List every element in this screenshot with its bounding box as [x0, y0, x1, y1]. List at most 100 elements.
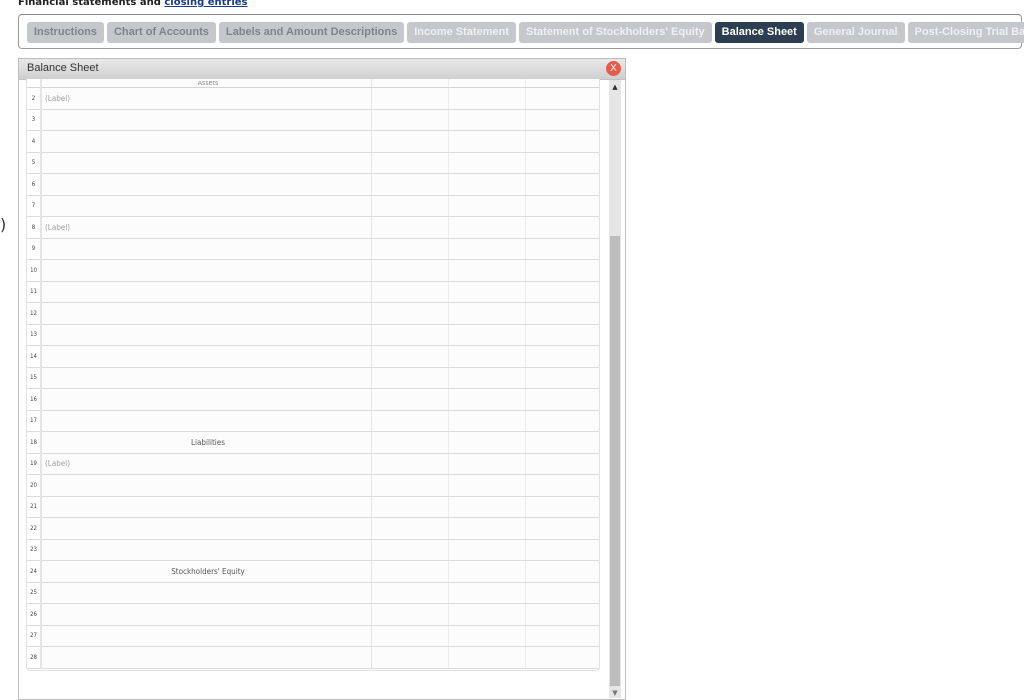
tab-balance-sheet[interactable]: Balance Sheet: [714, 22, 804, 43]
label-cell[interactable]: [41, 302, 372, 325]
label-cell[interactable]: [41, 152, 372, 174]
amount-cell[interactable]: [371, 388, 449, 411]
amount-cell[interactable]: [525, 281, 599, 303]
label-cell[interactable]: [41, 130, 372, 153]
scroll-down-icon[interactable]: ▼: [609, 689, 621, 698]
scroll-up-icon[interactable]: ▲: [609, 83, 621, 91]
amount-cell[interactable]: [525, 603, 599, 626]
amount-cell[interactable]: [525, 87, 599, 110]
amount-cell[interactable]: [525, 582, 599, 604]
amount-cell[interactable]: [371, 109, 449, 131]
amount-cell[interactable]: [371, 646, 449, 669]
amount-cell[interactable]: [448, 603, 526, 626]
label-cell[interactable]: [41, 259, 372, 282]
label-cell[interactable]: [41, 625, 372, 647]
panel-header[interactable]: Balance Sheet X: [19, 59, 625, 80]
amount-cell[interactable]: [371, 195, 449, 217]
tab-instructions[interactable]: Instructions: [27, 22, 104, 43]
amount-cell[interactable]: [371, 474, 449, 497]
amount-cell[interactable]: [371, 259, 449, 282]
amount-cell[interactable]: [448, 560, 526, 583]
label-cell[interactable]: [41, 345, 372, 368]
amount-cell[interactable]: [448, 130, 526, 153]
label-cell[interactable]: [41, 517, 372, 540]
label-cell[interactable]: [41, 324, 372, 346]
amount-cell[interactable]: [448, 216, 526, 239]
amount-cell[interactable]: [448, 302, 526, 325]
tab-chart-of-accounts[interactable]: Chart of Accounts: [106, 22, 216, 43]
amount-cell[interactable]: [525, 173, 599, 196]
amount-cell[interactable]: [525, 496, 599, 518]
amount-cell[interactable]: [448, 496, 526, 518]
tab-post-closing-trial-balance[interactable]: Post-Closing Trial Balance: [907, 22, 1024, 43]
amount-cell[interactable]: [448, 152, 526, 174]
amount-cell[interactable]: [371, 238, 449, 260]
amount-cell[interactable]: [525, 79, 599, 88]
amount-cell[interactable]: [371, 130, 449, 153]
amount-cell[interactable]: [525, 646, 599, 669]
amount-cell[interactable]: [525, 453, 599, 475]
label-cell[interactable]: (Label): [41, 453, 372, 475]
label-cell[interactable]: [41, 238, 372, 260]
amount-cell[interactable]: [448, 474, 526, 497]
amount-cell[interactable]: [525, 539, 599, 561]
amount-cell[interactable]: [525, 367, 599, 389]
amount-cell[interactable]: [525, 517, 599, 540]
amount-cell[interactable]: [525, 410, 599, 432]
amount-cell[interactable]: [371, 582, 449, 604]
amount-cell[interactable]: [525, 625, 599, 647]
amount-cell[interactable]: [525, 324, 599, 346]
amount-cell[interactable]: [448, 453, 526, 475]
label-cell[interactable]: [41, 109, 372, 131]
amount-cell[interactable]: [371, 216, 449, 239]
label-cell[interactable]: [41, 195, 372, 217]
tab-general-journal[interactable]: General Journal: [806, 22, 905, 43]
amount-cell[interactable]: [525, 302, 599, 325]
amount-cell[interactable]: [448, 388, 526, 411]
amount-cell[interactable]: [525, 109, 599, 131]
amount-cell[interactable]: [525, 345, 599, 368]
amount-cell[interactable]: [525, 238, 599, 260]
tab-labels-and-amount-descriptions[interactable]: Labels and Amount Descriptions: [218, 22, 405, 43]
amount-cell[interactable]: [525, 130, 599, 153]
label-cell[interactable]: [41, 281, 372, 303]
amount-cell[interactable]: [448, 109, 526, 131]
amount-cell[interactable]: [371, 496, 449, 518]
label-cell[interactable]: [41, 603, 372, 626]
amount-cell[interactable]: [448, 259, 526, 282]
amount-cell[interactable]: [525, 152, 599, 174]
amount-cell[interactable]: [525, 474, 599, 497]
amount-cell[interactable]: [448, 281, 526, 303]
label-cell[interactable]: (Label): [41, 216, 372, 239]
label-cell[interactable]: [41, 388, 372, 411]
amount-cell[interactable]: [371, 603, 449, 626]
label-cell[interactable]: (Label): [41, 87, 372, 110]
label-cell[interactable]: [41, 367, 372, 389]
label-cell[interactable]: Stockholders' Equity: [41, 560, 372, 583]
label-cell[interactable]: [41, 474, 372, 497]
label-cell[interactable]: Assets: [41, 79, 372, 88]
amount-cell[interactable]: [448, 646, 526, 669]
amount-cell[interactable]: [371, 302, 449, 325]
amount-cell[interactable]: [448, 431, 526, 454]
amount-cell[interactable]: [371, 79, 449, 88]
label-cell[interactable]: [41, 582, 372, 604]
label-cell[interactable]: [41, 646, 372, 669]
amount-cell[interactable]: [371, 173, 449, 196]
amount-cell[interactable]: [371, 539, 449, 561]
amount-cell[interactable]: [371, 625, 449, 647]
amount-cell[interactable]: [371, 281, 449, 303]
amount-cell[interactable]: [371, 560, 449, 583]
amount-cell[interactable]: [448, 517, 526, 540]
amount-cell[interactable]: [371, 453, 449, 475]
amount-cell[interactable]: [371, 367, 449, 389]
closing-entries-link[interactable]: closing entries: [164, 0, 247, 8]
amount-cell[interactable]: [371, 410, 449, 432]
amount-cell[interactable]: [448, 79, 526, 88]
close-icon[interactable]: X: [606, 61, 621, 76]
label-cell[interactable]: [41, 173, 372, 196]
amount-cell[interactable]: [448, 238, 526, 260]
amount-cell[interactable]: [525, 216, 599, 239]
amount-cell[interactable]: [371, 517, 449, 540]
amount-cell[interactable]: [448, 173, 526, 196]
